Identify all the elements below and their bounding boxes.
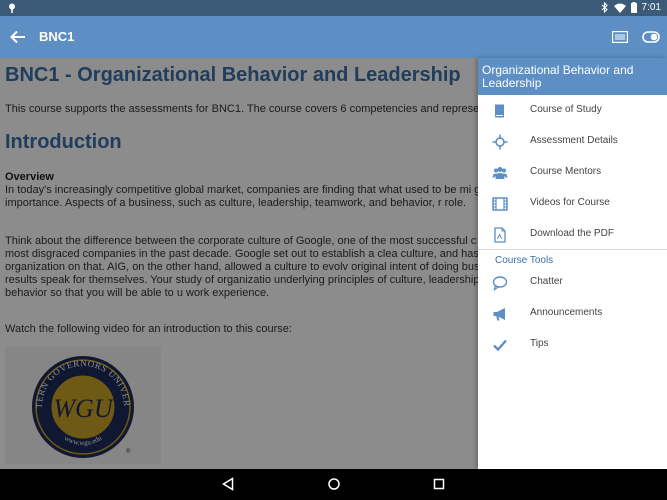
menu-item-course-of-study[interactable]: Course of Study	[478, 95, 667, 126]
film-icon	[492, 197, 508, 211]
clock: 7:01	[641, 2, 661, 13]
menu-item-label: Announcements	[530, 307, 603, 318]
wifi-icon	[613, 3, 626, 13]
menu-item-label: Chatter	[530, 276, 563, 287]
system-nav-bar	[0, 469, 667, 500]
menu-item-label: Videos for Course	[530, 197, 610, 208]
crosshair-icon	[492, 134, 508, 150]
navigation-drawer: Organizational Behavior and Leadership C…	[478, 58, 667, 469]
home-circle-icon[interactable]	[327, 477, 341, 491]
people-icon	[492, 167, 508, 179]
status-bar: 7:01	[0, 0, 667, 16]
menu-item-assessment-details[interactable]: Assessment Details	[478, 126, 667, 157]
menu-item-chatter[interactable]: Chatter	[478, 267, 667, 298]
menu-item-label: Tips	[530, 338, 549, 349]
pdf-icon	[494, 227, 506, 243]
recents-square-icon[interactable]	[432, 477, 446, 491]
book-icon	[495, 104, 504, 118]
course-tools-label: Course Tools	[495, 255, 554, 266]
app-bar: BNC1	[0, 16, 667, 58]
chat-bubble-icon	[492, 276, 508, 291]
menu-item-label: Assessment Details	[530, 135, 618, 146]
checkmark-icon	[493, 339, 507, 352]
menu-item-course-mentors[interactable]: Course Mentors	[478, 157, 667, 188]
back-arrow-icon[interactable]	[9, 28, 27, 46]
notification-icon	[9, 3, 15, 13]
drawer-divider	[478, 249, 667, 250]
menu-item-announcements[interactable]: Announcements	[478, 298, 667, 329]
drawer-title: Organizational Behavior and Leadership	[478, 58, 667, 95]
menu-item-label: Course Mentors	[530, 166, 602, 177]
battery-icon	[630, 2, 637, 13]
menu-item-tips[interactable]: Tips	[478, 329, 667, 360]
list-view-icon[interactable]	[612, 31, 628, 43]
menu-item-label: Download the PDF	[530, 228, 614, 239]
bluetooth-icon	[601, 2, 608, 13]
back-triangle-icon[interactable]	[221, 477, 235, 491]
menu-item-download-pdf[interactable]: Download the PDF	[478, 219, 667, 250]
toggle-icon[interactable]	[642, 30, 660, 44]
menu-item-videos-for-course[interactable]: Videos for Course	[478, 188, 667, 219]
app-bar-title: BNC1	[39, 29, 75, 44]
menu-item-label: Course of Study	[530, 104, 602, 115]
megaphone-icon	[493, 308, 505, 321]
